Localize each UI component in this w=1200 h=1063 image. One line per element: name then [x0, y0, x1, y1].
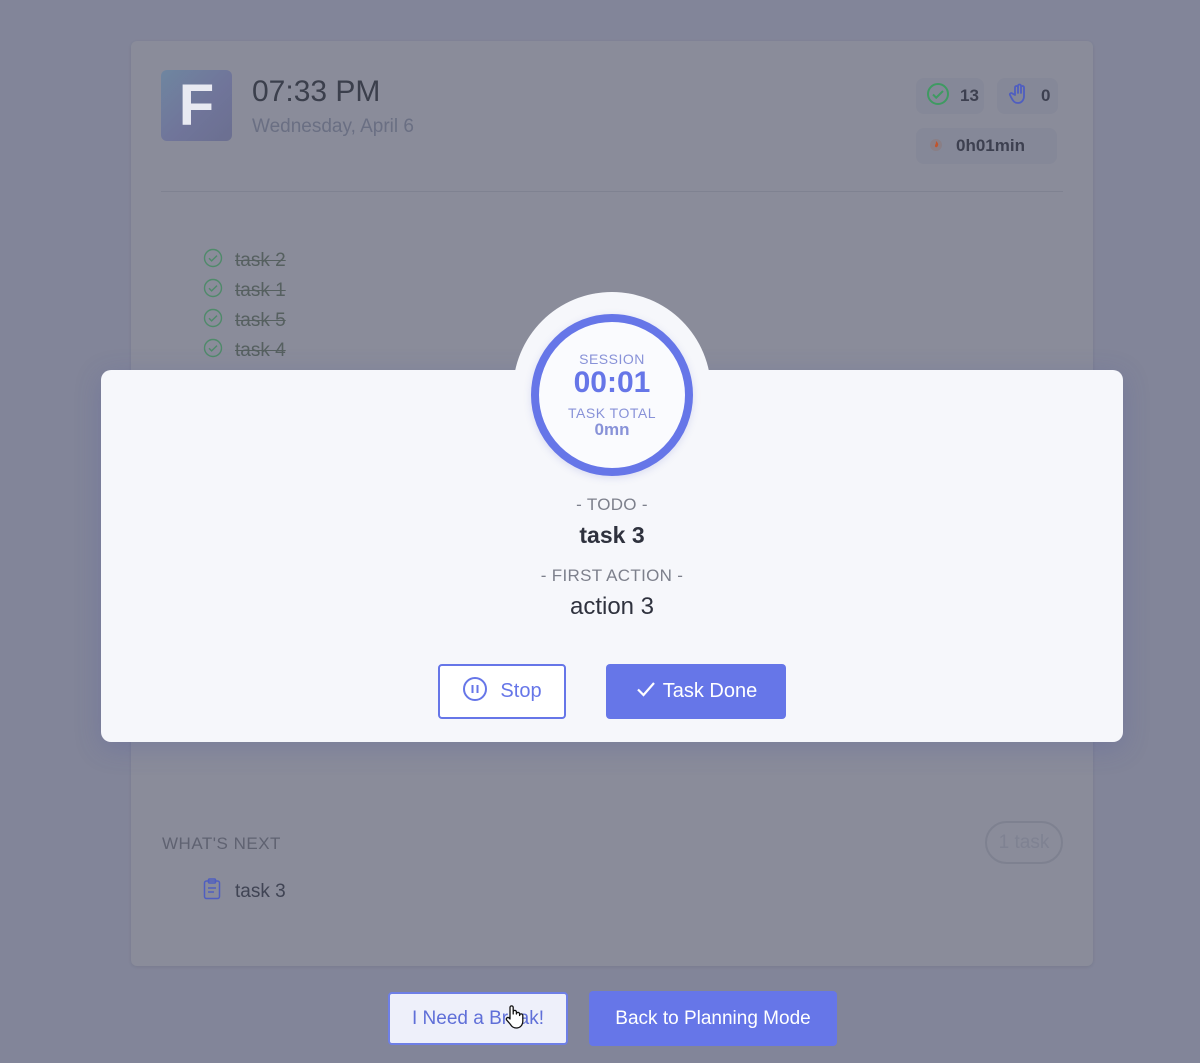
whats-next-heading: WHAT'S NEXT [162, 834, 281, 853]
check-circle-icon [203, 308, 223, 334]
completed-stat: 13 [916, 78, 984, 114]
todo-label: - TODO - [576, 495, 648, 514]
focus-time-stat: 0h01min [916, 128, 1057, 164]
pause-icon [462, 676, 488, 708]
check-circle-icon [203, 338, 223, 364]
done-task-list: task 2 task 1 task 5 task 4 [203, 246, 286, 366]
done-task-label: task 1 [235, 280, 286, 301]
done-task-label: task 4 [235, 340, 286, 361]
session-timer: SESSION 00:01 TASK TOTAL 0mn [531, 314, 693, 476]
check-circle-icon [926, 82, 950, 111]
first-action-label: - FIRST ACTION - [540, 566, 684, 585]
list-item[interactable]: task 3 [203, 878, 286, 906]
task-total-label: TASK TOTAL [568, 405, 656, 421]
next-task-label: task 3 [235, 881, 286, 902]
task-done-label: Task Done [662, 680, 758, 702]
hand-icon [1007, 82, 1031, 111]
done-task-label: task 5 [235, 310, 286, 331]
flame-icon [926, 134, 946, 159]
list-item: task 1 [203, 276, 286, 306]
header-divider [161, 191, 1063, 192]
interruptions-count: 0 [1041, 86, 1051, 105]
app-logo: F [161, 70, 232, 141]
clipboard-icon [203, 878, 221, 906]
check-icon [635, 678, 657, 706]
completed-count: 13 [960, 86, 979, 105]
session-value: 00:01 [573, 366, 651, 399]
done-task-label: task 2 [235, 250, 286, 271]
task-done-button[interactable]: Task Done [606, 664, 786, 719]
list-item: task 5 [203, 306, 286, 336]
back-to-planning-button[interactable]: Back to Planning Mode [589, 991, 837, 1046]
need-break-button[interactable]: I Need a Break! [388, 992, 568, 1045]
interruptions-stat: 0 [997, 78, 1058, 114]
task-total-value: 0mn [594, 420, 630, 439]
list-item: task 4 [203, 336, 286, 366]
next-count-badge: 1 task [985, 821, 1063, 864]
stop-label: Stop [500, 680, 542, 702]
first-action-value: action 3 [569, 593, 655, 620]
session-label: SESSION [579, 351, 645, 367]
todo-value: task 3 [579, 522, 645, 548]
list-item: task 2 [203, 246, 286, 276]
current-date: Wednesday, April 6 [252, 116, 414, 137]
hand-cursor-icon [503, 1004, 527, 1035]
current-time: 07:33 PM [252, 75, 381, 108]
stop-button[interactable]: Stop [438, 664, 566, 719]
check-circle-icon [203, 278, 223, 304]
focus-time-value: 0h01min [956, 136, 1025, 155]
check-circle-icon [203, 248, 223, 274]
